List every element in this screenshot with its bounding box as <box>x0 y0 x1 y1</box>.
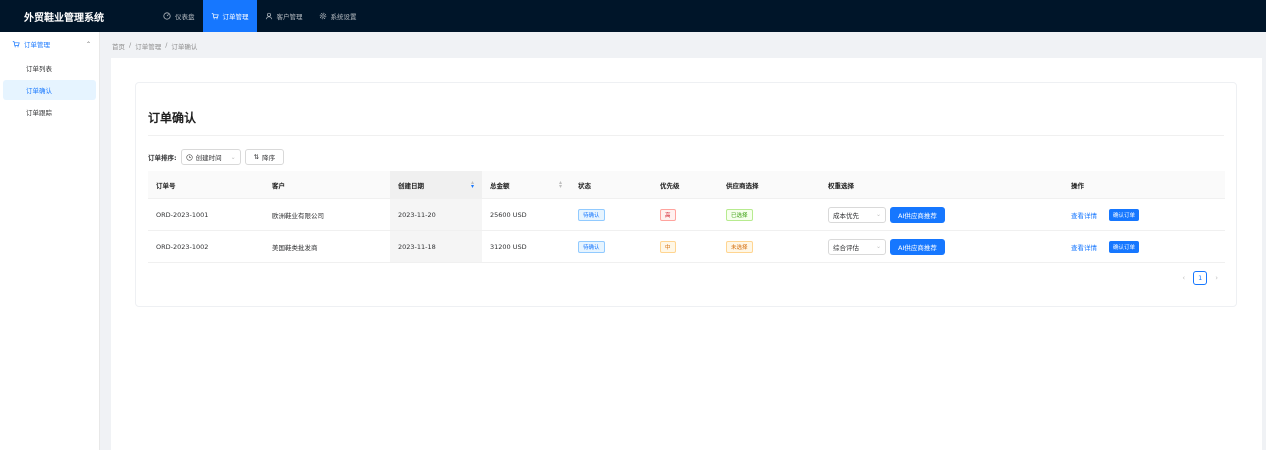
col-header-supplier: 供应商选择 <box>726 181 759 190</box>
weight-select-value: 成本优先 <box>833 211 859 220</box>
sort-label: 订单排序: <box>148 154 177 162</box>
weight-select[interactable]: 综合评估 ⌄ <box>828 238 886 255</box>
sort-indicator-icon[interactable]: ▴ ▾ <box>471 179 474 189</box>
cell-customer: 美国鞋类批发商 <box>272 243 318 252</box>
col-header-amount[interactable]: 总金额 ▴ ▾ <box>482 171 570 198</box>
dashboard-icon <box>163 12 171 20</box>
topnav-label: 客户管理 <box>276 13 303 21</box>
weight-select-value: 综合评估 <box>833 243 859 252</box>
view-detail-link[interactable]: 查看详情 <box>1071 242 1097 252</box>
cell-priority: 高 <box>652 199 718 230</box>
breadcrumb: 首页 / 订单管理 / 订单确认 <box>112 41 197 51</box>
app-title: 外贸鞋业管理系统 <box>24 12 104 24</box>
sidebar-group-orders[interactable]: 订单管理 ⌃ <box>0 32 99 56</box>
cell-actions: 查看详情 确认订单 <box>1063 231 1225 262</box>
confirm-order-button[interactable]: 确认订单 <box>1109 240 1140 253</box>
breadcrumb-current: 订单确认 <box>171 43 198 51</box>
cell-order-id: ORD-2023-1002 <box>156 242 209 251</box>
cell-weight: 成本优先 ⌄ AI供应商推荐 <box>820 199 1063 230</box>
cart-icon <box>12 41 20 48</box>
cell-supplier: 已选择 <box>718 199 820 230</box>
topnav-label: 系统设置 <box>330 13 357 21</box>
topnav-dashboard[interactable]: 仪表盘 <box>155 0 203 32</box>
sort-arrows-icon: ⇅ <box>253 153 260 161</box>
pagination: ‹ 1 › <box>1182 271 1218 285</box>
col-header-weight: 权重选择 <box>828 181 854 190</box>
col-header-customer: 客户 <box>272 181 285 190</box>
table-header: 订单号 客户 创建日期 ▴ ▾ 总金额 ▴ ▾ 状态 优先级 供应商选择 权重选择 … <box>148 171 1225 199</box>
weight-select[interactable]: 成本优先 ⌄ <box>828 206 886 223</box>
cell-date: 2023-11-18 <box>390 231 482 262</box>
sidebar-item-order-track[interactable]: 订单跟踪 <box>3 102 96 122</box>
user-icon <box>265 12 272 20</box>
cell-actions: 查看详情 确认订单 <box>1063 199 1225 230</box>
table-row: ORD-2023-1001 欧洲鞋业有限公司 2023-11-20 25600 … <box>148 199 1225 231</box>
supplier-badge: 未选择 <box>726 240 753 253</box>
priority-badge: 高 <box>660 208 676 221</box>
page-title: 订单确认 <box>148 111 197 125</box>
view-detail-link[interactable]: 查看详情 <box>1071 210 1097 220</box>
order-confirm-card: 订单确认 订单排序: 创建时间 ⌄ ⇅ 降序 订单号 客户 创建日期 ▴ ▾ 总… <box>135 82 1237 307</box>
sort-order-label: 降序 <box>262 154 276 162</box>
cell-status: 待确认 <box>570 231 652 262</box>
chevron-up-icon: ⌃ <box>85 40 91 48</box>
clock-icon <box>185 153 193 161</box>
cell-date: 2023-11-20 <box>390 199 482 230</box>
ai-supplier-button[interactable]: AI供应商推荐 <box>890 238 945 255</box>
top-nav: 仪表盘 订单管理 客户管理 系统设置 <box>155 0 365 32</box>
topnav-label: 仪表盘 <box>175 13 195 21</box>
priority-badge: 中 <box>660 240 676 253</box>
breadcrumb-separator: / <box>129 41 132 49</box>
sidebar: 订单管理 ⌃ 订单列表 订单确认 订单跟踪 <box>0 32 100 450</box>
topnav-settings[interactable]: 系统设置 <box>311 0 365 32</box>
col-header-status: 状态 <box>578 181 591 190</box>
divider <box>148 135 1224 136</box>
cart-icon <box>211 13 219 20</box>
topnav-customers[interactable]: 客户管理 <box>257 0 311 32</box>
cell-priority: 中 <box>652 231 718 262</box>
sort-field-select[interactable]: 创建时间 ⌄ <box>180 149 241 165</box>
sidebar-item-order-list[interactable]: 订单列表 <box>3 58 96 78</box>
col-header-label: 创建日期 <box>398 181 424 190</box>
gear-icon <box>319 12 326 20</box>
breadcrumb-separator: / <box>165 41 168 49</box>
top-header: 外贸鞋业管理系统 仪表盘 订单管理 客户管理 系统设置 <box>0 0 1266 32</box>
sidebar-group-label: 订单管理 <box>24 41 50 49</box>
prev-page-icon[interactable]: ‹ <box>1182 274 1185 282</box>
sort-indicator-icon[interactable]: ▴ ▾ <box>559 179 562 189</box>
breadcrumb-orders[interactable]: 订单管理 <box>135 41 161 51</box>
table-row: ORD-2023-1002 美国鞋类批发商 2023-11-18 31200 U… <box>148 231 1225 263</box>
topnav-label: 订单管理 <box>222 13 249 21</box>
sort-order-button[interactable]: ⇅ 降序 <box>244 149 285 165</box>
col-header-date[interactable]: 创建日期 ▴ ▾ <box>390 171 482 198</box>
status-badge: 待确认 <box>578 240 605 253</box>
cell-customer: 欧洲鞋业有限公司 <box>272 211 324 220</box>
confirm-order-button[interactable]: 确认订单 <box>1109 208 1140 221</box>
orders-table: 订单号 客户 创建日期 ▴ ▾ 总金额 ▴ ▾ 状态 优先级 供应商选择 权重选择 … <box>148 171 1225 263</box>
sort-field-value: 创建时间 <box>195 154 222 162</box>
cell-status: 待确认 <box>570 199 652 230</box>
chevron-down-icon: ⌄ <box>875 243 881 250</box>
chevron-down-icon: ⌄ <box>875 211 881 218</box>
supplier-badge: 已选择 <box>726 208 753 221</box>
cell-amount: 25600 USD <box>490 210 527 219</box>
status-badge: 待确认 <box>578 208 605 221</box>
sort-bar: 订单排序: 创建时间 ⌄ ⇅ 降序 <box>148 149 285 165</box>
cell-amount: 31200 USD <box>490 242 527 251</box>
col-header-actions: 操作 <box>1071 181 1084 190</box>
chevron-down-icon: ⌄ <box>230 153 236 161</box>
page-number-current[interactable]: 1 <box>1193 271 1208 285</box>
ai-supplier-button[interactable]: AI供应商推荐 <box>890 206 945 223</box>
next-page-icon[interactable]: › <box>1215 274 1218 282</box>
col-header-priority: 优先级 <box>660 181 680 190</box>
cell-weight: 综合评估 ⌄ AI供应商推荐 <box>820 231 1063 262</box>
main-content: 订单确认 订单排序: 创建时间 ⌄ ⇅ 降序 订单号 客户 创建日期 ▴ ▾ 总… <box>111 58 1262 450</box>
col-header-order-id: 订单号 <box>156 181 176 190</box>
breadcrumb-home[interactable]: 首页 <box>112 41 125 51</box>
col-header-label: 总金额 <box>490 181 510 190</box>
cell-order-id: ORD-2023-1001 <box>156 210 209 219</box>
topnav-orders[interactable]: 订单管理 <box>202 0 257 32</box>
sidebar-item-order-confirm[interactable]: 订单确认 <box>3 80 96 100</box>
cell-supplier: 未选择 <box>718 231 820 262</box>
